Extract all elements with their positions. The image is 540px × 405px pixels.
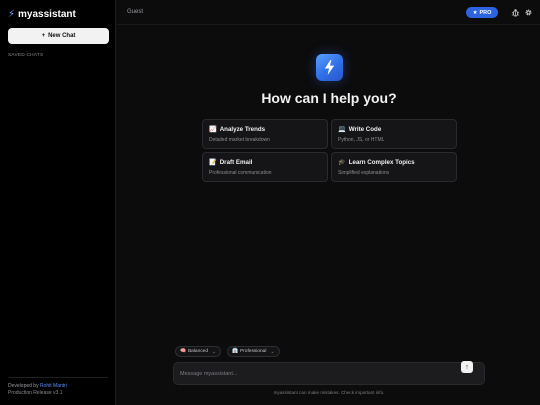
- user-label: Guest: [127, 9, 144, 15]
- tone-label: Professional: [239, 349, 267, 354]
- laptop-icon: 💻: [338, 126, 346, 133]
- version-text: Production Release v3.1: [8, 390, 63, 396]
- brand-name: myassistant: [18, 9, 76, 20]
- card-title: Learn Complex Topics: [348, 158, 415, 166]
- developer-link[interactable]: Rohit Mantri: [40, 383, 67, 389]
- suggestion-card-write-code[interactable]: 💻 Write Code Python, JS, or HTML: [331, 119, 457, 149]
- mode-label: Balanced: [187, 349, 208, 354]
- hero-lightning-icon: [316, 54, 343, 81]
- sidebar: ⚡ myassistant + New Chat SAVED CHATS Dev…: [0, 0, 116, 405]
- briefcase-icon: 👔: [232, 349, 238, 354]
- card-subtitle: Detailed market breakdown: [209, 137, 270, 143]
- topbar: Guest ★ PRO: [117, 0, 540, 25]
- arrow-up-icon: ↑: [465, 363, 469, 371]
- message-input[interactable]: [180, 369, 450, 379]
- disclaimer: myassistant can make mistakes. Check imp…: [273, 390, 385, 395]
- new-chat-button[interactable]: + New Chat: [8, 28, 109, 44]
- brand[interactable]: ⚡ myassistant: [8, 9, 76, 20]
- chevron-down-icon: ⌄: [270, 348, 275, 355]
- card-title: Analyze Trends: [219, 125, 266, 133]
- suggestion-card-analyze-trends[interactable]: 📈 Analyze Trends Detailed market breakdow…: [202, 119, 328, 149]
- new-chat-label: New Chat: [48, 33, 76, 39]
- star-icon: ★: [472, 9, 478, 16]
- memo-icon: 📝: [209, 159, 217, 166]
- mode-select[interactable]: 🧠 Balanced ⌄: [175, 346, 222, 357]
- card-subtitle: Simplified explanations: [338, 170, 390, 176]
- tone-select[interactable]: 👔 Professional ⌄: [227, 346, 280, 357]
- suggestion-card-learn-topics[interactable]: 🎓 Learn Complex Topics Simplified explana…: [331, 152, 457, 182]
- page-title: How can I help you?: [261, 90, 397, 106]
- card-subtitle: Professional communication: [209, 170, 272, 176]
- graduation-cap-icon: 🎓: [338, 159, 346, 166]
- message-composer: ↑: [173, 361, 485, 385]
- gear-icon[interactable]: [522, 6, 534, 18]
- pro-button[interactable]: ★ PRO: [466, 7, 498, 18]
- card-subtitle: Python, JS, or HTML: [338, 137, 385, 143]
- developer-credit: Developed by Rohit Mantri: [8, 383, 108, 390]
- chart-icon: 📈: [209, 126, 217, 133]
- card-title: Draft Email: [219, 158, 253, 166]
- brain-icon: 🧠: [180, 349, 186, 354]
- lightning-bolt-icon: ⚡: [8, 8, 16, 20]
- plus-icon: +: [41, 33, 46, 39]
- developed-by-text: Developed by: [8, 383, 39, 389]
- pro-label: PRO: [479, 9, 492, 16]
- bug-icon[interactable]: [509, 6, 521, 18]
- suggestion-card-draft-email[interactable]: 📝 Draft Email Professional communication: [202, 152, 328, 182]
- chevron-down-icon: ⌄: [212, 348, 217, 355]
- card-title: Write Code: [348, 125, 382, 133]
- sidebar-footer: Developed by Rohit Mantri Production Rel…: [8, 377, 108, 397]
- send-button[interactable]: ↑: [461, 361, 473, 373]
- saved-chats-label: SAVED CHATS: [8, 53, 44, 58]
